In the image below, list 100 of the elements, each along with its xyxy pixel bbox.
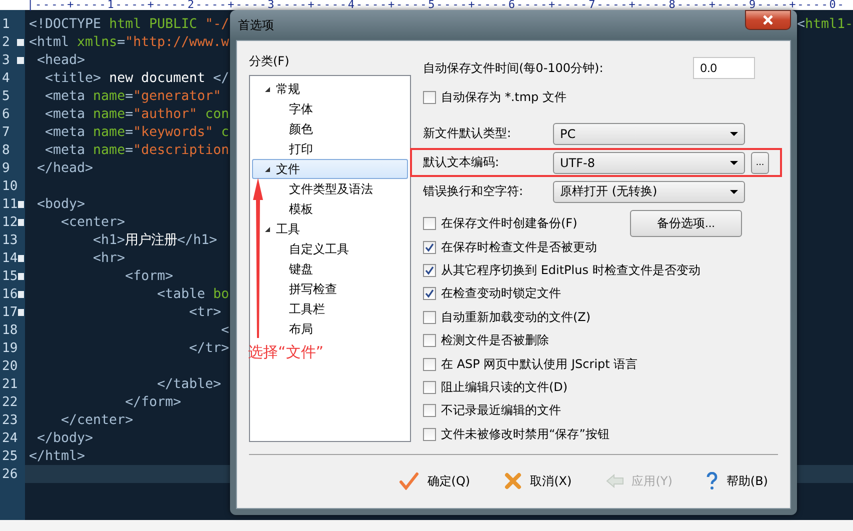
code-line: <meta name="author" con [44, 106, 230, 122]
code-line: <table bo [156, 286, 230, 302]
tree-item[interactable]: 拼写检查 [252, 279, 408, 299]
expanded-triangle-icon[interactable] [265, 226, 270, 232]
code-line: </form> [124, 394, 182, 410]
checkbox-label: 在保存时检查文件是否被更动 [441, 238, 597, 256]
checkbox-label: 在保存文件时创建备份(F) [441, 215, 578, 232]
line-number: 4 [2, 70, 10, 86]
fold-marker-icon[interactable] [18, 254, 24, 262]
tree-item[interactable]: 打印 [252, 139, 408, 159]
field-label: 错误换行和空字符: [423, 183, 524, 200]
checkbox[interactable] [423, 90, 436, 104]
field-label: 自动保存文件时间(每0-100分钟): [423, 60, 604, 76]
autosave-interval-field[interactable]: 0.0 [693, 57, 756, 79]
checkbox-label: 在 ASP 网页中默认使用 JScript 语言 [441, 356, 638, 373]
code-line: <head> [36, 52, 86, 68]
cross-icon [504, 472, 522, 490]
code-fragment: <html1- [796, 16, 853, 32]
code-line: </head> [36, 160, 94, 176]
tree-item[interactable]: 文件 [252, 159, 408, 179]
fold-marker-icon[interactable] [17, 38, 24, 46]
ok-button[interactable]: 确定(Q) [399, 472, 470, 490]
tree-item[interactable]: 工具 [252, 219, 408, 239]
code-line: <meta name="keywords" c [44, 124, 230, 140]
code-line: <form> [124, 268, 174, 284]
code-line: </html> [29, 448, 86, 464]
tree-item[interactable]: 颜色 [252, 119, 408, 139]
fold-marker-icon[interactable] [18, 308, 24, 316]
dropdown[interactable]: PC [553, 122, 745, 144]
code-line: <center> [60, 214, 126, 230]
tree-item[interactable]: 工具栏 [252, 299, 408, 319]
cancel-button[interactable]: 取消(X) [504, 472, 572, 490]
checkmark-icon [399, 472, 420, 490]
dropdown[interactable]: 原样打开 (无转换) [553, 180, 745, 202]
tree-item[interactable]: 布局 [252, 319, 408, 339]
category-label: 分类(F) [249, 53, 290, 70]
checkbox[interactable] [423, 264, 436, 277]
line-number: 3 [2, 52, 10, 68]
line-number: 6 [2, 106, 10, 122]
line-number: 20 [2, 358, 18, 374]
line-number: 22 [2, 394, 18, 410]
line-number: 11 [2, 196, 18, 212]
fold-marker-icon[interactable] [18, 272, 24, 280]
checkbox[interactable] [423, 380, 436, 394]
line-number: 7 [2, 124, 10, 140]
tree-item[interactable]: 键盘 [252, 259, 408, 279]
close-button[interactable] [745, 10, 791, 30]
checkbox[interactable] [423, 358, 436, 371]
checkbox[interactable] [423, 334, 436, 348]
line-number: 23 [2, 412, 18, 428]
code-line: <body> [36, 196, 86, 212]
code-line: <meta name="generator" [44, 88, 222, 104]
field-label: 默认文本编码: [423, 154, 500, 171]
checkbox[interactable] [423, 404, 436, 418]
checkbox-label: 自动保存为 *.tmp 文件 [441, 88, 566, 106]
code-line: < [220, 322, 230, 338]
fold-marker-icon[interactable] [18, 290, 24, 298]
question-mark-icon [706, 472, 718, 490]
line-number: 10 [2, 178, 18, 194]
line-number: 14 [2, 250, 18, 266]
expanded-triangle-icon[interactable] [265, 86, 270, 92]
fold-marker-icon[interactable] [18, 218, 24, 226]
tree-item[interactable]: 自定义工具 [252, 239, 408, 259]
checkbox-label: 不记录最近编辑的文件 [441, 402, 561, 420]
line-number: 18 [2, 322, 18, 338]
tree-item[interactable]: 字体 [252, 99, 408, 119]
line-number: 1 [2, 16, 10, 32]
field-label: 新文件默认类型: [423, 125, 512, 142]
checkbox[interactable] [423, 287, 436, 300]
expanded-triangle-icon[interactable] [265, 166, 270, 172]
tree-item[interactable]: 模板 [252, 199, 408, 219]
code-line: </table> [156, 376, 222, 392]
line-number: 5 [2, 88, 10, 104]
line-number: 12 [2, 214, 18, 230]
checkbox-label: 自动重新加载变动的文件(Z) [441, 308, 591, 326]
code-line: <title> new document </ [44, 70, 230, 86]
dropdown[interactable]: UTF-8 [553, 152, 745, 174]
fold-marker-icon[interactable] [17, 56, 24, 64]
checkbox[interactable] [423, 428, 436, 441]
left-arrow-icon [606, 474, 624, 488]
code-line: </center> [60, 412, 134, 428]
fold-marker-icon[interactable] [18, 200, 24, 208]
checkbox-label: 从其它程序切换到 EditPlus 时检查文件是否变动 [441, 262, 700, 279]
tree-item[interactable]: 常规 [252, 79, 408, 99]
checkbox[interactable] [423, 310, 436, 324]
code-line: <meta name="description [44, 142, 230, 158]
checkbox[interactable] [423, 240, 436, 254]
backup-options-button[interactable]: 备份选项... [630, 210, 742, 238]
browse-button[interactable]: ... [751, 152, 769, 174]
checkbox-label: 检测文件是否被删除 [441, 332, 549, 350]
checkbox-label: 阻止编辑只读的文件(D) [441, 378, 568, 396]
close-icon [762, 15, 774, 25]
checkbox[interactable] [423, 217, 436, 230]
code-line: <html xmlns="http://www.w [29, 34, 230, 50]
line-number: 21 [2, 376, 18, 392]
help-button[interactable]: 帮助(B) [706, 472, 768, 490]
tree-item[interactable]: 文件类型及语法 [252, 179, 408, 199]
code-line: <h1>用户注册</h1> [92, 232, 218, 249]
checkbox-label: 在检查变动时锁定文件 [441, 285, 561, 302]
line-number: 13 [2, 232, 18, 248]
